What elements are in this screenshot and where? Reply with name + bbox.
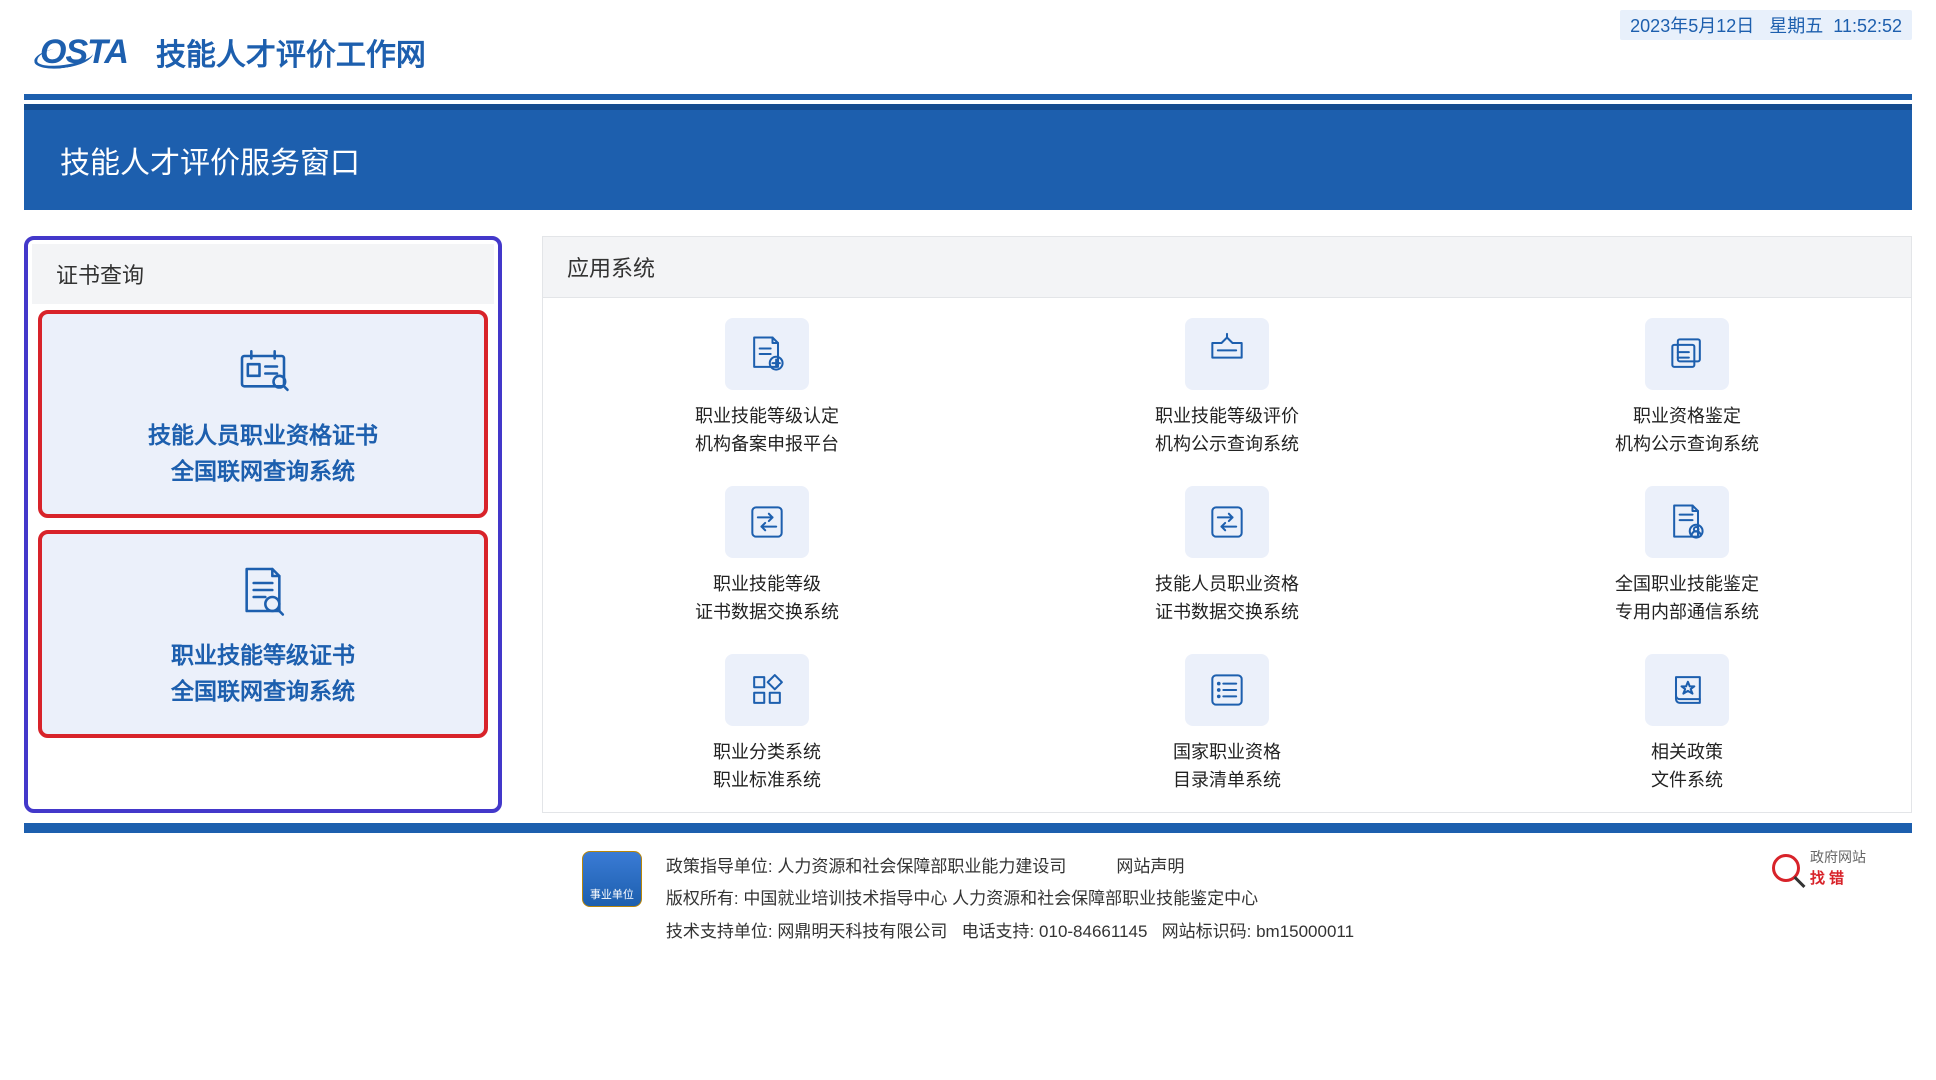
app-system-panel: 应用系统 职业技能等级认定机构备案申报平台职业技能等级评价机构公示查询系统职业资… [542, 236, 1912, 813]
app-card-0[interactable]: 职业技能等级认定机构备案申报平台 [567, 318, 967, 456]
app-card-4[interactable]: 技能人员职业资格证书数据交换系统 [1027, 486, 1427, 624]
card-line2: 全国联网查询系统 [171, 672, 355, 706]
app-card-line1: 相关政策 [1651, 738, 1723, 764]
app-card-line1: 职业技能等级评价 [1155, 402, 1299, 428]
app-card-line1: 全国职业技能鉴定 [1615, 570, 1759, 596]
app-card-5[interactable]: 全国职业技能鉴定专用内部通信系统 [1487, 486, 1887, 624]
shiye-badge-icon: 事业单位 [582, 851, 642, 907]
app-card-line2: 文件系统 [1651, 766, 1723, 792]
app-card-7[interactable]: 国家职业资格目录清单系统 [1027, 654, 1427, 792]
card-line1: 职业技能等级证书 [171, 636, 355, 670]
cert-query-panel: 证书查询 技能人员职业资格证书 全国联网查询系统 职 [24, 236, 502, 813]
divider [24, 94, 1912, 100]
app-card-3[interactable]: 职业技能等级证书数据交换系统 [567, 486, 967, 624]
app-card-line1: 职业技能等级认定 [695, 402, 839, 428]
date: 2023年5月12日 [1630, 16, 1754, 36]
cert-query-card-1[interactable]: 技能人员职业资格证书 全国联网查询系统 [38, 310, 488, 518]
app-card-8[interactable]: 相关政策文件系统 [1487, 654, 1887, 792]
app-card-line1: 国家职业资格 [1173, 738, 1281, 764]
swap-icon [1185, 486, 1269, 558]
cert-query-card-2[interactable]: 职业技能等级证书 全国联网查询系统 [38, 530, 488, 738]
app-card-line1: 职业分类系统 [713, 738, 821, 764]
app-card-line2: 证书数据交换系统 [695, 598, 839, 624]
banner-title: 技能人才评价服务窗口 [60, 147, 360, 180]
app-card-line1: 职业技能等级 [713, 570, 821, 596]
doc-search-icon [235, 562, 291, 618]
stack-icon [1645, 318, 1729, 390]
page-banner: 技能人才评价服务窗口 [24, 104, 1912, 210]
swap-icon [725, 486, 809, 558]
id-card-icon [235, 342, 291, 398]
doc-up-icon [725, 318, 809, 390]
doc-user-icon [1645, 486, 1729, 558]
cert-query-title: 证书查询 [32, 244, 494, 304]
magnifier-icon [1772, 854, 1800, 882]
app-card-1[interactable]: 职业技能等级评价机构公示查询系统 [1027, 318, 1427, 456]
tag-icon [1185, 318, 1269, 390]
list-icon [1185, 654, 1269, 726]
footer-guide: 政策指导单位: 人力资源和社会保障部职业能力建设司 [666, 851, 1066, 883]
app-card-line2: 机构备案申报平台 [695, 430, 839, 456]
book-star-icon [1645, 654, 1729, 726]
app-card-2[interactable]: 职业资格鉴定机构公示查询系统 [1487, 318, 1887, 456]
app-card-line2: 目录清单系统 [1173, 766, 1281, 792]
app-card-line2: 证书数据交换系统 [1155, 598, 1299, 624]
footer-divider [24, 823, 1912, 833]
app-card-line1: 技能人员职业资格 [1155, 570, 1299, 596]
footer: 事业单位 政策指导单位: 人力资源和社会保障部职业能力建设司 网站声明 版权所有… [0, 833, 1936, 948]
app-card-line1: 职业资格鉴定 [1633, 402, 1741, 428]
footer-copyright: 版权所有: 中国就业培训技术指导中心 人力资源和社会保障部职业技能鉴定中心 [666, 883, 1354, 915]
apps-icon [725, 654, 809, 726]
site-title: 技能人才评价工作网 [156, 30, 426, 74]
app-system-title: 应用系统 [542, 236, 1912, 297]
weekday: 星期五 [1769, 16, 1823, 36]
logo[interactable]: OSTA [40, 33, 128, 72]
app-card-line2: 职业标准系统 [713, 766, 821, 792]
card-line1: 技能人员职业资格证书 [148, 416, 378, 450]
gov-error-report[interactable]: 政府网站 找错 [1772, 847, 1866, 888]
card-line2: 全国联网查询系统 [171, 452, 355, 486]
datetime-bar: 2023年5月12日 星期五 11:52:52 [1620, 10, 1912, 40]
app-card-line2: 机构公示查询系统 [1155, 430, 1299, 456]
time: 11:52:52 [1833, 16, 1902, 36]
app-card-6[interactable]: 职业分类系统职业标准系统 [567, 654, 967, 792]
app-card-line2: 机构公示查询系统 [1615, 430, 1759, 456]
app-card-line2: 专用内部通信系统 [1615, 598, 1759, 624]
site-statement-link[interactable]: 网站声明 [1116, 851, 1184, 883]
footer-tech: 技术支持单位: 网鼎明天科技有限公司 电话支持: 010-84661145 网站… [666, 916, 1354, 948]
